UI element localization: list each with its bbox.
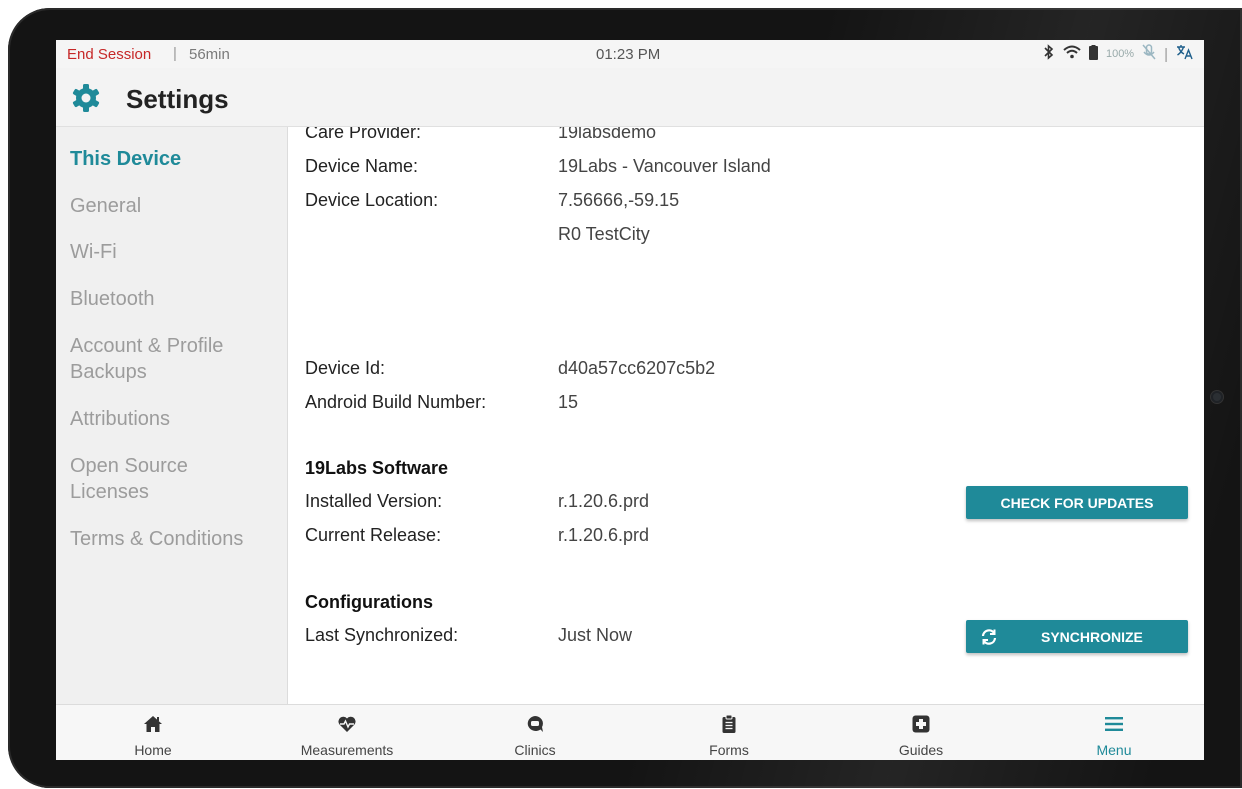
medical-cross-icon xyxy=(911,714,931,734)
bluetooth-icon xyxy=(1043,44,1055,64)
care-provider-value: 19labsdemo xyxy=(558,127,657,142)
translate-icon[interactable] xyxy=(1176,44,1194,64)
nav-forms[interactable]: Forms xyxy=(632,705,826,760)
stage: End Session | 56min 01:23 PM 100% | Sett… xyxy=(0,0,1242,789)
clock-time: 01:23 PM xyxy=(596,46,661,63)
mic-off-icon[interactable] xyxy=(1142,44,1156,64)
page-title: Settings xyxy=(126,84,229,114)
settings-sidebar: This Device General Wi-Fi Bluetooth Acco… xyxy=(56,127,288,704)
device-location-city: R0 TestCity xyxy=(558,224,650,244)
last-synchronized-label: Last Synchronized: xyxy=(305,625,459,645)
wifi-icon xyxy=(1063,45,1081,63)
home-icon xyxy=(143,714,163,734)
configurations-heading: Configurations xyxy=(305,592,433,612)
camera-icon xyxy=(1211,391,1223,403)
menu-icon xyxy=(1104,714,1124,734)
chat-icon xyxy=(525,714,545,734)
nav-clinics-label: Clinics xyxy=(514,742,556,758)
tablet-screen: End Session | 56min 01:23 PM 100% | Sett… xyxy=(56,40,1204,760)
current-release-label: Current Release: xyxy=(305,525,442,545)
nav-clinics[interactable]: Clinics xyxy=(438,705,632,760)
synchronize-label: SYNCHRONIZE xyxy=(1041,628,1143,645)
last-synchronized-value: Just Now xyxy=(558,625,633,645)
installed-version-value: r.1.20.6.prd xyxy=(558,491,650,511)
status-separator: | xyxy=(173,45,177,62)
sidebar-item-wifi[interactable]: Wi-Fi xyxy=(70,239,117,265)
android-build-value: 15 xyxy=(558,392,579,412)
nav-home-label: Home xyxy=(134,742,172,758)
nav-forms-label: Forms xyxy=(709,742,749,758)
sidebar-item-this-device[interactable]: This Device xyxy=(70,146,181,172)
title-bar: Settings xyxy=(56,68,1204,127)
nav-guides[interactable]: Guides xyxy=(824,705,1018,760)
sidebar-item-open-source-licenses[interactable]: Open Source Licenses xyxy=(70,453,230,505)
software-heading: 19Labs Software xyxy=(305,458,449,478)
gear-icon xyxy=(71,83,101,113)
clipboard-icon xyxy=(719,714,739,734)
sidebar-item-attributions[interactable]: Attributions xyxy=(70,406,170,432)
nav-measurements[interactable]: Measurements xyxy=(250,705,444,760)
sidebar-item-account-profile-backups[interactable]: Account & Profile Backups xyxy=(70,333,260,385)
nav-guides-label: Guides xyxy=(898,742,944,758)
android-build-label: Android Build Number: xyxy=(305,392,487,412)
nav-home[interactable]: Home xyxy=(56,705,250,760)
device-location-value: 7.56666,-59.15 xyxy=(558,190,680,210)
sidebar-item-terms-conditions[interactable]: Terms & Conditions xyxy=(70,526,243,552)
nav-menu[interactable]: Menu xyxy=(1017,705,1204,760)
end-session-link[interactable]: End Session xyxy=(67,46,151,63)
nav-menu-label: Menu xyxy=(1096,742,1132,758)
check-for-updates-button[interactable]: CHECK FOR UPDATES xyxy=(966,486,1188,519)
care-provider-label: Care Provider: xyxy=(305,127,422,142)
device-location-label: Device Location: xyxy=(305,190,439,210)
heart-pulse-icon xyxy=(337,714,357,734)
status-icons: 100% | xyxy=(1043,44,1194,64)
battery-icon xyxy=(1088,44,1098,64)
sync-icon xyxy=(980,628,998,646)
device-name-label: Device Name: xyxy=(305,156,419,176)
status-divider: | xyxy=(1164,45,1168,63)
synchronize-button[interactable]: SYNCHRONIZE xyxy=(966,620,1188,653)
device-details-panel[interactable]: Care Provider: 19labsdemo Device Name: 1… xyxy=(288,127,1204,704)
nav-measurements-label: Measurements xyxy=(300,742,394,758)
sidebar-item-general[interactable]: General xyxy=(70,193,141,219)
device-name-value: 19Labs - Vancouver Island xyxy=(558,156,771,176)
sidebar-item-bluetooth[interactable]: Bluetooth xyxy=(70,286,155,312)
device-id-label: Device Id: xyxy=(305,358,386,378)
installed-version-label: Installed Version: xyxy=(305,491,443,511)
status-bar: End Session | 56min 01:23 PM 100% | xyxy=(56,40,1204,68)
current-release-value: r.1.20.6.prd xyxy=(558,525,650,545)
bottom-navigation: Home Measurements Clinics Forms Guides M… xyxy=(56,704,1204,760)
battery-percent: 100% xyxy=(1105,48,1135,60)
device-id-value: d40a57cc6207c5b2 xyxy=(558,358,716,378)
session-duration: 56min xyxy=(189,46,230,63)
